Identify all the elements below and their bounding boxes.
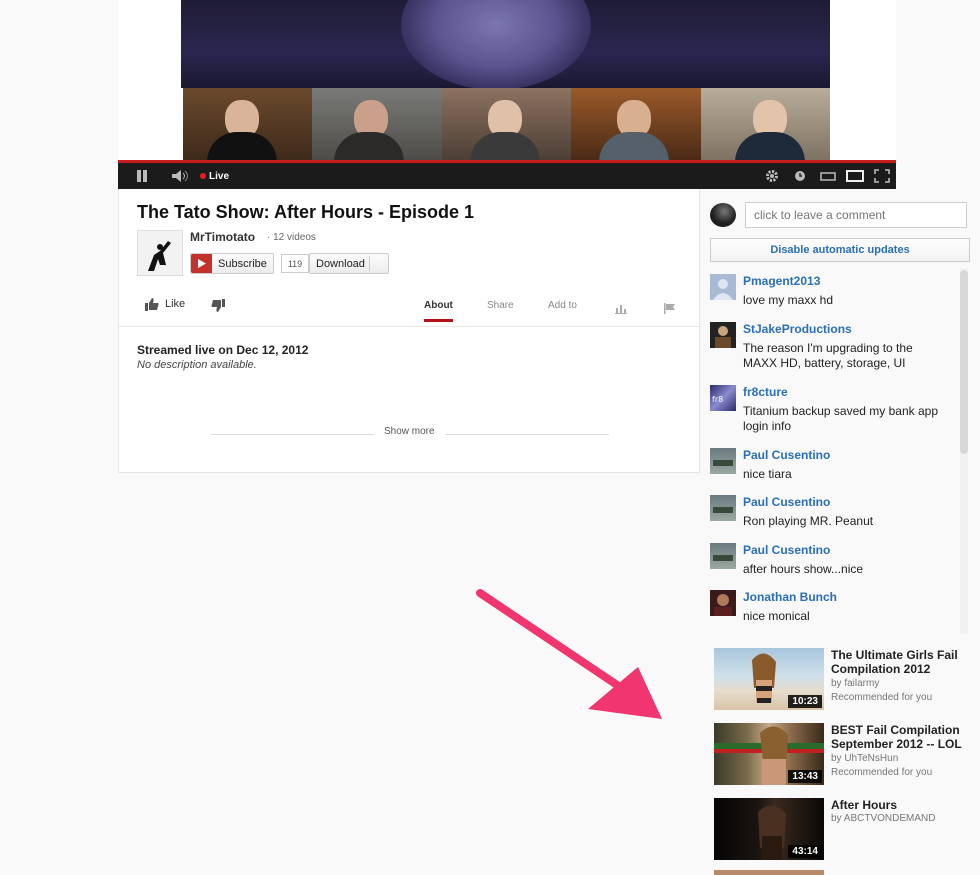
comment-author[interactable]: Paul Cusentino (743, 495, 830, 509)
video-thumbnail[interactable]: 13:43 (714, 723, 824, 785)
video-title: The Tato Show: After Hours - Episode 1 (137, 202, 475, 222)
participant-cam-5[interactable] (700, 88, 830, 160)
commenter-avatar[interactable] (710, 274, 736, 300)
commenter-avatar[interactable] (710, 543, 736, 569)
comment-author[interactable]: Paul Cusentino (743, 448, 830, 462)
commenter-avatar[interactable] (710, 448, 736, 474)
video-thumbnail[interactable]: 43:14 (714, 798, 824, 860)
comment-author[interactable]: Paul Cusentino (743, 543, 830, 557)
subscribe-button[interactable]: Subscribe (190, 253, 274, 274)
thumbs-down-icon (211, 299, 225, 312)
clock-icon[interactable] (794, 163, 806, 189)
live-indicator: Live (200, 163, 229, 189)
comment-author[interactable]: fr8cture (743, 385, 788, 399)
recommended-video[interactable]: 10:23 The Ultimate Girls Fail Compilatio… (714, 648, 974, 712)
recommended-video[interactable]: 13:43 BEST Fail Compilation September 20… (714, 723, 974, 787)
subscriber-count: 119 (281, 254, 309, 273)
tab-share[interactable]: Share (487, 300, 514, 311)
svg-text:fr8: fr8 (712, 395, 723, 404)
comment-text: nice tiara (743, 467, 792, 481)
recommended-title[interactable]: The Ultimate Girls Fail Compilation 2012 (831, 648, 971, 676)
recommended-title[interactable]: BEST Fail Compilation September 2012 -- … (831, 723, 971, 751)
recommended-title[interactable]: After Hours (831, 798, 971, 812)
commenter-avatar[interactable]: fr8 (710, 385, 736, 411)
disable-updates-button[interactable]: Disable automatic updates (710, 238, 970, 262)
like-label: Like (165, 298, 186, 310)
comment-author[interactable]: StJakeProductions (743, 322, 852, 336)
recommended-note: Recommended for you (831, 767, 933, 778)
download-divider (369, 256, 370, 271)
video-duration: 10:23 (788, 695, 822, 708)
flag-icon[interactable] (664, 301, 676, 319)
video-thumbnail[interactable]: 10:23 (714, 648, 824, 710)
participant-cam-1[interactable] (183, 88, 313, 160)
commenter-avatar[interactable] (710, 495, 736, 521)
action-tabs: Like About Share Add to (119, 290, 701, 327)
user-avatar (710, 203, 736, 227)
channel-avatar[interactable] (137, 230, 183, 276)
participant-cam-2[interactable] (312, 88, 442, 160)
video-duration: 13:43 (788, 770, 822, 783)
comment-text: after hours show...nice (743, 562, 864, 576)
annotation-arrow (476, 589, 662, 719)
youtube-play-icon (191, 254, 212, 273)
tab-about[interactable]: About (424, 300, 453, 322)
recommended-author[interactable]: by failarmy (831, 678, 879, 689)
video-player[interactable]: Live (118, 0, 896, 189)
tab-add-to[interactable]: Add to (548, 300, 577, 311)
download-button[interactable]: Download (309, 253, 389, 274)
comment-text: The reason I'm upgrading to the MAXX HD,… (743, 341, 913, 370)
commenter-avatar[interactable] (710, 322, 736, 348)
video-description: No description available. (137, 359, 257, 371)
dislike-button[interactable] (211, 299, 225, 318)
video-duration: 43:14 (788, 845, 822, 858)
comment-text: Ron playing MR. Peanut (743, 514, 874, 528)
comment-author[interactable]: Jonathan Bunch (743, 590, 837, 604)
participant-cam-4[interactable] (571, 88, 701, 160)
like-button[interactable]: Like (145, 297, 185, 311)
show-more-button[interactable]: Show more (374, 426, 445, 437)
comment-list: Pmagent2013 love my maxx hd StJakeProduc… (700, 268, 970, 634)
participant-cam-3[interactable] (441, 88, 572, 160)
comment-text: love my maxx hd (743, 293, 834, 307)
main-video-feed[interactable] (181, 0, 830, 88)
small-screen-icon[interactable] (820, 163, 836, 189)
recommended-author[interactable]: by UhTeNsHun (831, 753, 898, 764)
recommended-video-partial[interactable] (714, 870, 824, 875)
commenter-avatar[interactable] (710, 590, 736, 616)
channel-name[interactable]: MrTimotato (190, 230, 255, 244)
pause-icon[interactable] (136, 163, 148, 189)
download-label: Download (316, 257, 365, 270)
recommended-note: Recommended for you (831, 692, 933, 703)
live-dot-icon (200, 173, 206, 179)
comments-scroll-thumb[interactable] (960, 270, 968, 454)
thumbs-up-icon (145, 298, 159, 311)
comment-text: nice monical (743, 609, 810, 623)
player-controls: Live (118, 160, 896, 189)
fullscreen-icon[interactable] (874, 163, 890, 189)
video-blur (401, 0, 591, 88)
stream-date: Streamed live on Dec 12, 2012 (137, 343, 309, 357)
subscribe-label: Subscribe (218, 257, 267, 270)
large-screen-icon[interactable] (846, 163, 864, 189)
live-label: Live (209, 170, 230, 182)
participant-strip (183, 88, 830, 160)
video-info-panel: The Tato Show: After Hours - Episode 1 M… (118, 189, 701, 473)
comment-input[interactable] (745, 202, 967, 228)
channel-video-count[interactable]: · 12 videos (267, 232, 316, 243)
comment-author[interactable]: Pmagent2013 (743, 274, 820, 288)
comment-text: Titanium backup saved my bank app login … (743, 404, 938, 433)
gear-icon[interactable] (765, 163, 779, 189)
recommended-video[interactable]: 43:14 After Hours by ABCTVONDEMAND (714, 798, 974, 862)
stats-icon[interactable] (615, 301, 627, 319)
recommended-author[interactable]: by ABCTVONDEMAND (831, 813, 935, 824)
volume-icon[interactable] (172, 163, 190, 189)
